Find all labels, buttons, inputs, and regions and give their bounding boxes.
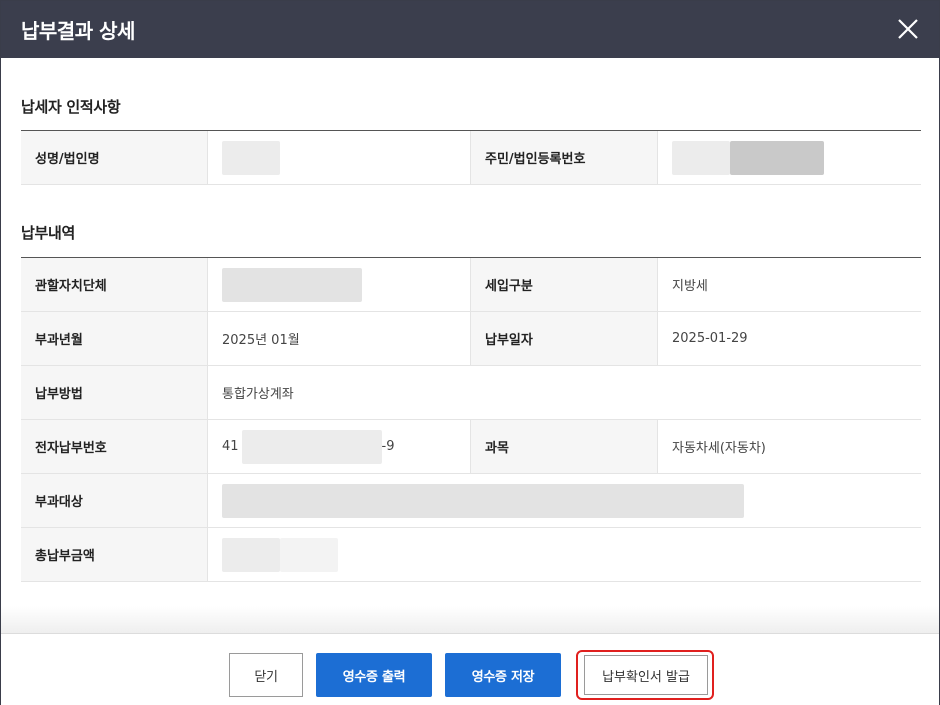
authority-label: 관할자치단체	[21, 258, 208, 311]
dialog-body: 납세자 인적사항 성명/법인명 주민/법인등록번호 납부내역 관할자치단체 세입…	[1, 58, 939, 633]
table-row: 총납부금액	[21, 528, 921, 582]
table-row: 성명/법인명 주민/법인등록번호	[21, 131, 921, 185]
footer-divider-shadow	[1, 606, 939, 634]
dialog-footer: 닫기 영수증 출력 영수증 저장 납부확인서 발급	[1, 633, 939, 705]
epay-no-prefix: 41	[222, 439, 239, 454]
close-icon[interactable]	[891, 12, 925, 46]
taxpayer-section-title: 납세자 인적사항	[21, 98, 121, 116]
masked-regno-part1	[672, 140, 730, 175]
payment-date-value: 2025-01-29	[672, 331, 748, 346]
dialog-header: 납부결과 상세	[1, 1, 939, 58]
name-label: 성명/법인명	[21, 131, 208, 184]
save-receipt-button[interactable]: 영수증 저장	[445, 653, 561, 697]
epay-no-label: 전자납부번호	[21, 420, 208, 473]
masked-total-part1	[222, 537, 280, 572]
masked-target	[222, 483, 744, 518]
regno-value	[658, 131, 921, 184]
table-row: 부과년월 2025년 01월 납부일자 2025-01-29	[21, 312, 921, 366]
target-label: 부과대상	[21, 474, 208, 527]
table-row: 관할자치단체 세입구분 지방세	[21, 258, 921, 312]
epay-no-value: 41 -9	[208, 420, 471, 473]
regno-label: 주민/법인등록번호	[471, 131, 658, 184]
total-value	[208, 528, 921, 581]
dialog-title: 납부결과 상세	[21, 19, 135, 43]
revenue-type-value: 지방세	[672, 279, 708, 294]
masked-regno-part2	[730, 140, 824, 175]
method-value: 통합가상계좌	[222, 387, 294, 402]
table-row: 납부방법 통합가상계좌	[21, 366, 921, 420]
issue-button-highlight: 납부확인서 발급	[576, 650, 714, 700]
table-row: 전자납부번호 41 -9 과목 자동차세(자동차)	[21, 420, 921, 474]
epay-no-suffix: -9	[381, 439, 395, 454]
target-value	[208, 474, 921, 527]
payment-section-title: 납부내역	[21, 224, 76, 242]
taxpayer-table: 성명/법인명 주민/법인등록번호	[21, 130, 921, 185]
payment-result-detail-dialog: 납부결과 상세 납세자 인적사항 성명/법인명 주민/법인등록번호 납부내역 관…	[0, 0, 940, 705]
payment-date-label: 납부일자	[471, 312, 658, 365]
tax-period-value: 2025년 01월	[208, 312, 471, 365]
item-value: 자동차세(자동차)	[672, 441, 766, 456]
total-label: 총납부금액	[21, 528, 208, 581]
masked-authority	[222, 267, 362, 302]
payment-table: 관할자치단체 세입구분 지방세 부과년월 2025년 01월 납부일자 2025…	[21, 257, 921, 582]
issue-certificate-button[interactable]: 납부확인서 발급	[584, 655, 708, 695]
masked-total-part2	[280, 537, 338, 572]
method-label: 납부방법	[21, 366, 208, 419]
table-row: 부과대상	[21, 474, 921, 528]
close-button[interactable]: 닫기	[229, 653, 303, 697]
authority-value	[208, 258, 471, 311]
print-receipt-button[interactable]: 영수증 출력	[316, 653, 432, 697]
name-value	[208, 131, 471, 184]
revenue-type-label: 세입구분	[471, 258, 658, 311]
masked-epay-no	[241, 429, 382, 464]
tax-period-label: 부과년월	[21, 312, 208, 365]
masked-name	[222, 140, 280, 175]
item-label: 과목	[471, 420, 658, 473]
